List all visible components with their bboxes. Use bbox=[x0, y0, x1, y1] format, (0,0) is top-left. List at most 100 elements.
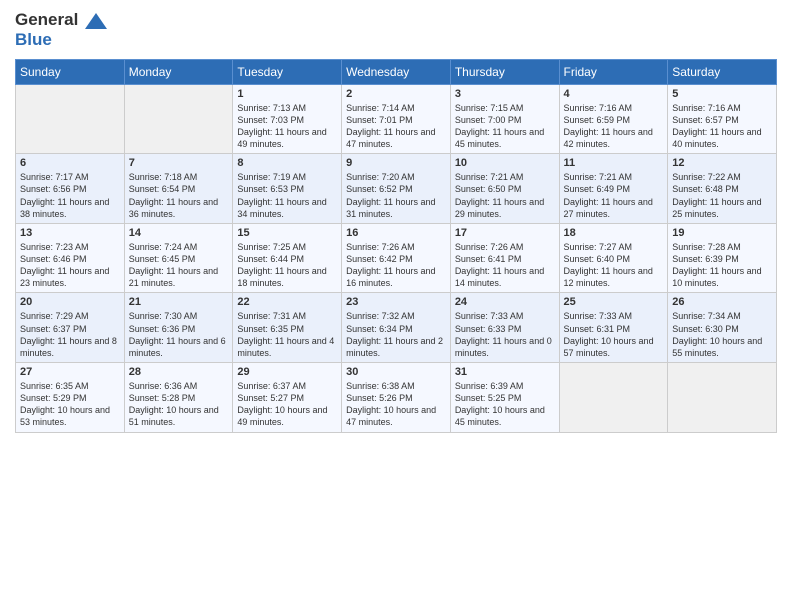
calendar-cell: 22 Sunrise: 7:31 AMSunset: 6:35 PMDayligh… bbox=[233, 293, 342, 363]
cell-content: Sunrise: 7:33 AMSunset: 6:33 PMDaylight:… bbox=[455, 310, 555, 359]
day-number: 5 bbox=[672, 88, 772, 100]
calendar-cell: 5 Sunrise: 7:16 AMSunset: 6:57 PMDaylight… bbox=[668, 84, 777, 154]
logo: General Blue bbox=[15, 10, 107, 51]
day-number: 6 bbox=[20, 157, 120, 169]
cell-content: Sunrise: 7:18 AMSunset: 6:54 PMDaylight:… bbox=[129, 171, 229, 220]
cell-content: Sunrise: 7:27 AMSunset: 6:40 PMDaylight:… bbox=[564, 241, 664, 290]
cell-content: Sunrise: 7:17 AMSunset: 6:56 PMDaylight:… bbox=[20, 171, 120, 220]
calendar-cell: 7 Sunrise: 7:18 AMSunset: 6:54 PMDaylight… bbox=[124, 154, 233, 224]
cell-content: Sunrise: 7:21 AMSunset: 6:50 PMDaylight:… bbox=[455, 171, 555, 220]
calendar-cell: 26 Sunrise: 7:34 AMSunset: 6:30 PMDayligh… bbox=[668, 293, 777, 363]
calendar-cell bbox=[16, 84, 125, 154]
day-number: 1 bbox=[237, 88, 337, 100]
cell-content: Sunrise: 7:19 AMSunset: 6:53 PMDaylight:… bbox=[237, 171, 337, 220]
weekday-header-sunday: Sunday bbox=[16, 59, 125, 84]
calendar-cell: 30 Sunrise: 6:38 AMSunset: 5:26 PMDayligh… bbox=[342, 363, 451, 433]
calendar-cell: 16 Sunrise: 7:26 AMSunset: 6:42 PMDayligh… bbox=[342, 223, 451, 293]
calendar-cell bbox=[559, 363, 668, 433]
cell-content: Sunrise: 7:14 AMSunset: 7:01 PMDaylight:… bbox=[346, 102, 446, 151]
day-number: 27 bbox=[20, 366, 120, 378]
cell-content: Sunrise: 7:15 AMSunset: 7:00 PMDaylight:… bbox=[455, 102, 555, 151]
calendar-cell: 4Sunrise: 7:16 AMSunset: 6:59 PMDaylight… bbox=[559, 84, 668, 154]
calendar-cell bbox=[668, 363, 777, 433]
cell-content: Sunrise: 7:28 AMSunset: 6:39 PMDaylight:… bbox=[672, 241, 772, 290]
day-number: 7 bbox=[129, 157, 229, 169]
day-number: 28 bbox=[129, 366, 229, 378]
cell-content: Sunrise: 7:30 AMSunset: 6:36 PMDaylight:… bbox=[129, 310, 229, 359]
cell-content: Sunrise: 7:26 AMSunset: 6:41 PMDaylight:… bbox=[455, 241, 555, 290]
day-number: 16 bbox=[346, 227, 446, 239]
day-number: 26 bbox=[672, 296, 772, 308]
weekday-header-saturday: Saturday bbox=[668, 59, 777, 84]
cell-content: Sunrise: 7:34 AMSunset: 6:30 PMDaylight:… bbox=[672, 310, 772, 359]
cell-content: Sunrise: 7:23 AMSunset: 6:46 PMDaylight:… bbox=[20, 241, 120, 290]
calendar-cell: 18 Sunrise: 7:27 AMSunset: 6:40 PMDayligh… bbox=[559, 223, 668, 293]
cell-content: Sunrise: 7:31 AMSunset: 6:35 PMDaylight:… bbox=[237, 310, 337, 359]
calendar-cell: 21 Sunrise: 7:30 AMSunset: 6:36 PMDayligh… bbox=[124, 293, 233, 363]
weekday-header-monday: Monday bbox=[124, 59, 233, 84]
weekday-header-thursday: Thursday bbox=[450, 59, 559, 84]
cell-content: Sunrise: 7:29 AMSunset: 6:37 PMDaylight:… bbox=[20, 310, 120, 359]
calendar-cell: 25 Sunrise: 7:33 AMSunset: 6:31 PMDayligh… bbox=[559, 293, 668, 363]
cell-content: Sunrise: 7:26 AMSunset: 6:42 PMDaylight:… bbox=[346, 241, 446, 290]
cell-content: Sunrise: 7:22 AMSunset: 6:48 PMDaylight:… bbox=[672, 171, 772, 220]
calendar-cell: 19 Sunrise: 7:28 AMSunset: 6:39 PMDayligh… bbox=[668, 223, 777, 293]
day-number: 10 bbox=[455, 157, 555, 169]
calendar-cell: 27 Sunrise: 6:35 AMSunset: 5:29 PMDayligh… bbox=[16, 363, 125, 433]
day-number: 21 bbox=[129, 296, 229, 308]
calendar-cell: 20 Sunrise: 7:29 AMSunset: 6:37 PMDayligh… bbox=[16, 293, 125, 363]
day-number: 25 bbox=[564, 296, 664, 308]
day-number: 15 bbox=[237, 227, 337, 239]
calendar-cell: 2 Sunrise: 7:14 AMSunset: 7:01 PMDaylight… bbox=[342, 84, 451, 154]
calendar: SundayMondayTuesdayWednesdayThursdayFrid… bbox=[15, 59, 777, 433]
weekday-header-tuesday: Tuesday bbox=[233, 59, 342, 84]
cell-content: Sunrise: 6:38 AMSunset: 5:26 PMDaylight:… bbox=[346, 380, 446, 429]
cell-content: Sunrise: 7:33 AMSunset: 6:31 PMDaylight:… bbox=[564, 310, 664, 359]
cell-content: Sunrise: 6:37 AMSunset: 5:27 PMDaylight:… bbox=[237, 380, 337, 429]
weekday-header-wednesday: Wednesday bbox=[342, 59, 451, 84]
calendar-cell: 23 Sunrise: 7:32 AMSunset: 6:34 PMDayligh… bbox=[342, 293, 451, 363]
cell-content: Sunrise: 7:24 AMSunset: 6:45 PMDaylight:… bbox=[129, 241, 229, 290]
cell-content: Sunrise: 7:21 AMSunset: 6:49 PMDaylight:… bbox=[564, 171, 664, 220]
cell-content: Sunrise: 7:16 AMSunset: 6:57 PMDaylight:… bbox=[672, 102, 772, 151]
calendar-cell: 10 Sunrise: 7:21 AMSunset: 6:50 PMDayligh… bbox=[450, 154, 559, 224]
calendar-cell: 11 Sunrise: 7:21 AMSunset: 6:49 PMDayligh… bbox=[559, 154, 668, 224]
calendar-cell: 3Sunrise: 7:15 AMSunset: 7:00 PMDaylight… bbox=[450, 84, 559, 154]
calendar-cell: 31Sunrise: 6:39 AMSunset: 5:25 PMDayligh… bbox=[450, 363, 559, 433]
day-number: 9 bbox=[346, 157, 446, 169]
day-number: 12 bbox=[672, 157, 772, 169]
cell-content: Sunrise: 7:32 AMSunset: 6:34 PMDaylight:… bbox=[346, 310, 446, 359]
cell-content: Sunrise: 7:20 AMSunset: 6:52 PMDaylight:… bbox=[346, 171, 446, 220]
calendar-cell: 17 Sunrise: 7:26 AMSunset: 6:41 PMDayligh… bbox=[450, 223, 559, 293]
day-number: 20 bbox=[20, 296, 120, 308]
day-number: 2 bbox=[346, 88, 446, 100]
day-number: 19 bbox=[672, 227, 772, 239]
cell-content: Sunrise: 7:13 AMSunset: 7:03 PMDaylight:… bbox=[237, 102, 337, 151]
day-number: 23 bbox=[346, 296, 446, 308]
calendar-cell: 14 Sunrise: 7:24 AMSunset: 6:45 PMDayligh… bbox=[124, 223, 233, 293]
calendar-cell: 13Sunrise: 7:23 AMSunset: 6:46 PMDayligh… bbox=[16, 223, 125, 293]
calendar-cell: 12 Sunrise: 7:22 AMSunset: 6:48 PMDayligh… bbox=[668, 154, 777, 224]
calendar-cell: 6 Sunrise: 7:17 AMSunset: 6:56 PMDaylight… bbox=[16, 154, 125, 224]
day-number: 24 bbox=[455, 296, 555, 308]
logo-blue: Blue bbox=[15, 30, 107, 50]
day-number: 11 bbox=[564, 157, 664, 169]
calendar-cell bbox=[124, 84, 233, 154]
day-number: 8 bbox=[237, 157, 337, 169]
logo-text: General bbox=[15, 10, 107, 30]
calendar-cell: 9 Sunrise: 7:20 AMSunset: 6:52 PMDaylight… bbox=[342, 154, 451, 224]
calendar-cell: 24 Sunrise: 7:33 AMSunset: 6:33 PMDayligh… bbox=[450, 293, 559, 363]
day-number: 18 bbox=[564, 227, 664, 239]
day-number: 14 bbox=[129, 227, 229, 239]
day-number: 22 bbox=[237, 296, 337, 308]
day-number: 17 bbox=[455, 227, 555, 239]
cell-content: Sunrise: 6:35 AMSunset: 5:29 PMDaylight:… bbox=[20, 380, 120, 429]
day-number: 30 bbox=[346, 366, 446, 378]
cell-content: Sunrise: 7:16 AMSunset: 6:59 PMDaylight:… bbox=[564, 102, 664, 151]
calendar-cell: 15Sunrise: 7:25 AMSunset: 6:44 PMDayligh… bbox=[233, 223, 342, 293]
cell-content: Sunrise: 6:36 AMSunset: 5:28 PMDaylight:… bbox=[129, 380, 229, 429]
weekday-header-friday: Friday bbox=[559, 59, 668, 84]
calendar-cell: 28 Sunrise: 6:36 AMSunset: 5:28 PMDayligh… bbox=[124, 363, 233, 433]
calendar-cell: 29Sunrise: 6:37 AMSunset: 5:27 PMDayligh… bbox=[233, 363, 342, 433]
cell-content: Sunrise: 6:39 AMSunset: 5:25 PMDaylight:… bbox=[455, 380, 555, 429]
